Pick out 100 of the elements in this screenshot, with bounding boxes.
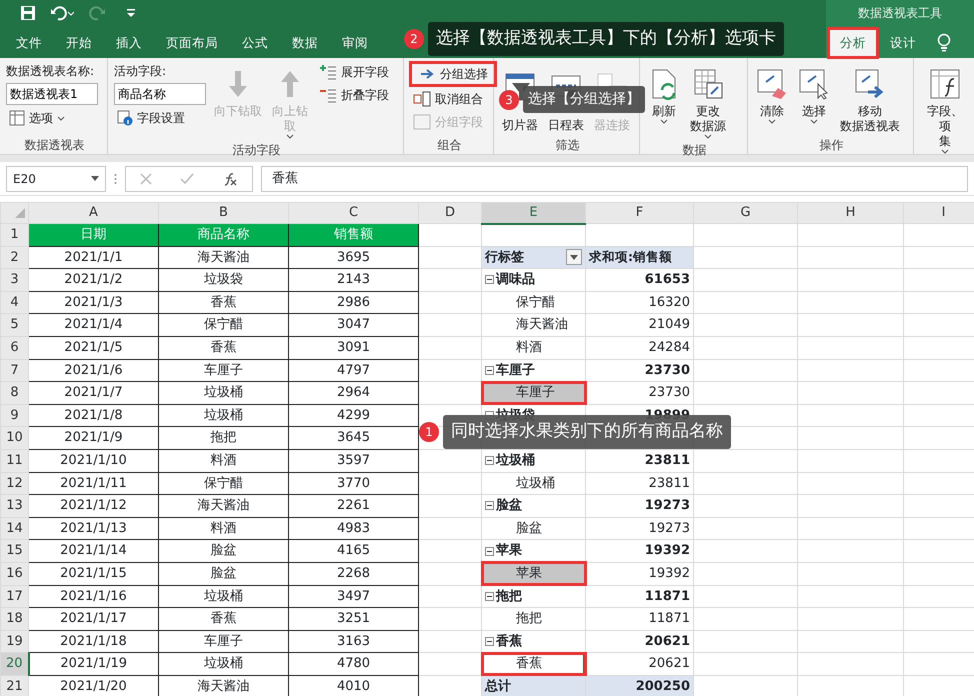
ribbon-tab[interactable]: 开始 <box>54 28 104 58</box>
group-label: 操作 <box>818 137 844 154</box>
collapse-icon[interactable] <box>485 275 494 284</box>
row-header[interactable]: 10 <box>0 426 28 450</box>
table-cell: 3251 <box>288 608 418 630</box>
lightbulb-icon[interactable] <box>936 33 952 53</box>
row-header[interactable]: 2 <box>0 246 28 269</box>
ribbon-button[interactable]: 展开字段 <box>316 62 392 82</box>
ribbon-tab[interactable]: 公式 <box>230 28 280 58</box>
save-icon[interactable] <box>20 5 36 21</box>
column-header[interactable]: B <box>158 202 288 224</box>
name-box[interactable]: E20 <box>6 166 106 192</box>
row-header[interactable]: 20 <box>0 652 28 676</box>
formula-field[interactable]: 香蕉 <box>261 166 968 192</box>
pivot-cell[interactable]: 香蕉 <box>482 652 586 676</box>
collapse-icon[interactable] <box>485 456 494 466</box>
check-icon[interactable] <box>180 172 194 184</box>
ribbon-button[interactable]: 选项 <box>6 108 98 128</box>
filter-dropdown-icon[interactable] <box>566 249 582 266</box>
collapse-icon[interactable] <box>485 546 494 556</box>
dropdown-caret-icon[interactable] <box>91 176 99 181</box>
column-header[interactable]: F <box>586 202 694 224</box>
row-header[interactable]: 7 <box>0 359 28 382</box>
column-header[interactable]: A <box>28 202 158 224</box>
ribbon-tab[interactable]: 分析 <box>828 28 878 58</box>
pivot-cell[interactable]: 脸盆 <box>482 517 586 540</box>
row-header[interactable]: 21 <box>0 675 28 696</box>
ribbon-button[interactable]: 选择 <box>796 66 832 126</box>
row-header[interactable]: 6 <box>0 336 28 360</box>
arrow-right-icon <box>420 68 436 80</box>
group-label: 数据透视表 <box>24 137 86 154</box>
ribbon-tab[interactable]: 审阅 <box>330 28 380 58</box>
row-header[interactable]: 3 <box>0 268 28 292</box>
pivot-cell[interactable]: 料酒 <box>482 336 586 360</box>
ribbon-tab[interactable]: 插入 <box>104 28 154 58</box>
column-header[interactable]: C <box>288 202 418 224</box>
row-header[interactable]: 9 <box>0 404 28 427</box>
ribbon-button[interactable]: 取消组合 <box>410 89 496 109</box>
ribbon-button[interactable]: 分组选择 <box>410 62 496 86</box>
text-field[interactable]: 商品名称 <box>114 83 206 105</box>
ribbon-button[interactable]: 移动 数据透视表 <box>838 66 902 136</box>
row-header[interactable]: 12 <box>0 472 28 495</box>
row-header[interactable]: 14 <box>0 517 28 540</box>
pivot-cell: 61653 <box>586 268 694 292</box>
pivot-cell[interactable]: 海天酱油 <box>482 314 586 336</box>
text-field[interactable]: 数据透视表1 <box>6 83 98 105</box>
ribbon-button[interactable]: 更改 数据源 <box>688 66 728 141</box>
row-header[interactable]: 11 <box>0 449 28 472</box>
table-icon <box>9 110 25 126</box>
pivot-cell-text: 垃圾桶 <box>496 452 535 470</box>
table-cell: 海天酱油 <box>158 246 288 269</box>
customize-icon[interactable] <box>126 8 136 18</box>
pivot-cell-text: 苹果 <box>496 542 522 560</box>
table-cell: 3770 <box>288 472 418 495</box>
pivot-cell[interactable]: 车厘子 <box>482 382 586 404</box>
column-header[interactable]: H <box>798 202 904 224</box>
table-cell: 香蕉 <box>158 608 288 630</box>
pivot-cell-text: 脸盆 <box>496 497 522 516</box>
column-header[interactable]: I <box>904 202 974 224</box>
row-header[interactable]: 8 <box>0 382 28 404</box>
collapse-icon[interactable] <box>485 636 494 646</box>
collapse-icon[interactable] <box>485 366 494 375</box>
table-cell: 垃圾桶 <box>158 652 288 676</box>
function-icon[interactable] <box>222 172 238 186</box>
row-header[interactable]: 18 <box>0 608 28 630</box>
pivot-cell[interactable]: 垃圾桶 <box>482 472 586 495</box>
row-header[interactable]: 1 <box>0 224 28 246</box>
ribbon-tab[interactable]: 数据 <box>280 28 330 58</box>
pivot-cell-text: 拖把 <box>496 588 522 606</box>
row-header[interactable]: 16 <box>0 562 28 585</box>
ribbon-button[interactable]: 清除 <box>754 66 790 126</box>
undo-icon[interactable] <box>50 5 74 21</box>
table-cell: 2021/1/3 <box>28 291 158 314</box>
collapse-icon[interactable] <box>485 592 494 601</box>
row-header[interactable]: 15 <box>0 540 28 562</box>
column-header[interactable]: D <box>418 202 482 224</box>
header-cell: 商品名称 <box>158 224 288 246</box>
ribbon-button[interactable]: 刷新 <box>646 66 682 126</box>
table-cell: 2964 <box>288 382 418 404</box>
ribbon-tab[interactable]: 文件 <box>4 28 54 58</box>
pivot-cell[interactable]: 苹果 <box>482 562 586 585</box>
pivot-cell[interactable]: 拖把 <box>482 608 586 630</box>
ribbon-button[interactable]: 字段、项 集 <box>920 66 970 156</box>
ribbon-button[interactable]: 折叠字段 <box>316 85 392 105</box>
row-header[interactable]: 13 <box>0 494 28 518</box>
table-cell: 4299 <box>288 404 418 427</box>
ribbon-button[interactable]: 字段设置 <box>114 108 206 128</box>
ribbon-tab[interactable]: 设计 <box>878 28 928 58</box>
row-header[interactable]: 4 <box>0 291 28 314</box>
pivot-cell[interactable]: 保宁醋 <box>482 291 586 314</box>
row-header[interactable]: 19 <box>0 630 28 653</box>
pivot-cell: 23730 <box>586 382 694 404</box>
column-header[interactable]: E <box>482 202 586 224</box>
callout-tooltip: 选择【分组选择】 <box>523 86 645 113</box>
ribbon-tab[interactable]: 页面布局 <box>154 28 230 58</box>
column-header[interactable]: G <box>694 202 798 224</box>
collapse-icon[interactable] <box>485 501 494 510</box>
row-header[interactable]: 5 <box>0 314 28 336</box>
pivot-cell: 11871 <box>586 585 694 608</box>
row-header[interactable]: 17 <box>0 585 28 608</box>
